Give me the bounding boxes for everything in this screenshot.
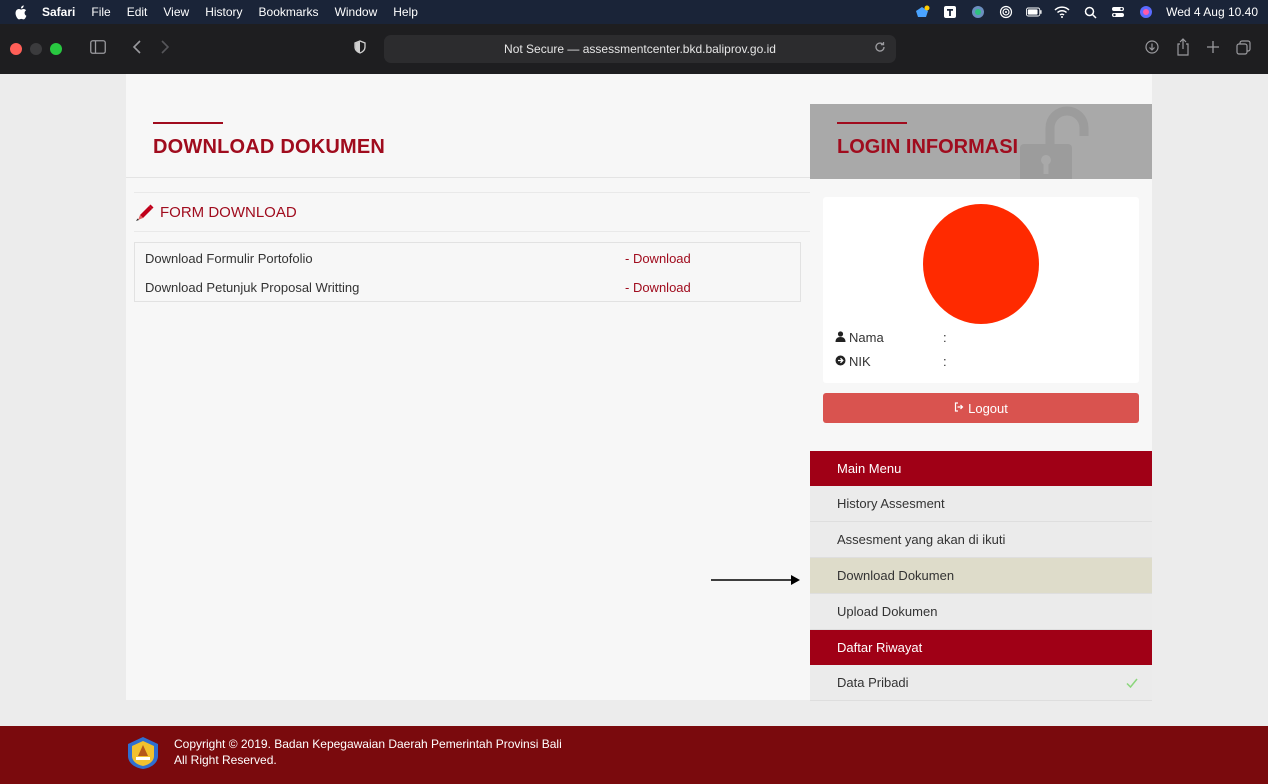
nama-row: Nama : bbox=[835, 330, 947, 345]
menubar-status-area: Wed 4 Aug 10.40 bbox=[914, 0, 1258, 24]
menu-history[interactable]: History bbox=[205, 5, 242, 19]
reload-icon[interactable] bbox=[874, 41, 886, 56]
macos-menu-bar: Safari File Edit View History Bookmarks … bbox=[0, 0, 1268, 24]
sidebar-toggle-icon[interactable] bbox=[90, 40, 106, 54]
login-info-title: LOGIN INFORMASI bbox=[837, 136, 1019, 158]
menu-view[interactable]: View bbox=[163, 5, 189, 19]
menu-bookmarks[interactable]: Bookmarks bbox=[259, 5, 319, 19]
tab-overview-icon[interactable] bbox=[1236, 40, 1251, 55]
sidebar-item-download-dokumen[interactable]: Download Dokumen bbox=[810, 558, 1152, 594]
nama-colon: : bbox=[943, 330, 947, 345]
window-controls bbox=[10, 43, 62, 55]
arrow-circle-icon bbox=[835, 354, 847, 369]
footer-line-1: Copyright © 2019. Badan Kepegawaian Daer… bbox=[174, 737, 562, 751]
notification-app-icon[interactable] bbox=[914, 4, 930, 20]
extension-icon[interactable] bbox=[970, 4, 986, 20]
download-item-label: Download Petunjuk Proposal Writting bbox=[145, 280, 360, 295]
apple-icon[interactable] bbox=[14, 4, 28, 20]
avatar bbox=[923, 204, 1039, 324]
zoom-window-button[interactable] bbox=[50, 43, 62, 55]
annotation-arrow-icon bbox=[711, 575, 800, 585]
back-icon[interactable] bbox=[132, 39, 142, 55]
browser-toolbar: Not Secure — assessmentcenter.bkd.balipr… bbox=[0, 24, 1268, 74]
menu-app-safari[interactable]: Safari bbox=[42, 5, 75, 19]
table-row: Download Formulir Portofolio - Download bbox=[135, 243, 800, 272]
check-icon bbox=[1126, 675, 1138, 691]
page-footer: Copyright © 2019. Badan Kepegawaian Daer… bbox=[0, 726, 1268, 784]
close-window-button[interactable] bbox=[10, 43, 22, 55]
menu-help[interactable]: Help bbox=[393, 5, 418, 19]
pencil-icon bbox=[134, 201, 156, 223]
footer-line-2: All Right Reserved. bbox=[174, 753, 277, 767]
web-page: DOWNLOAD DOKUMEN FORM DOWNLOAD Download … bbox=[0, 74, 1268, 726]
menu-file[interactable]: File bbox=[91, 5, 110, 19]
siri-icon[interactable] bbox=[1138, 4, 1154, 20]
t-app-icon[interactable] bbox=[942, 4, 958, 20]
downloads-icon[interactable] bbox=[1145, 40, 1159, 54]
control-center-icon[interactable] bbox=[1110, 4, 1126, 20]
battery-icon[interactable] bbox=[1026, 4, 1042, 20]
data-pribadi-label: Data Pribadi bbox=[837, 675, 909, 690]
logout-button[interactable]: Logout bbox=[823, 393, 1139, 423]
minimize-window-button[interactable] bbox=[30, 43, 42, 55]
unlocked-padlock-icon bbox=[1020, 106, 1089, 179]
share-icon[interactable] bbox=[1176, 38, 1190, 56]
sign-out-icon bbox=[954, 401, 964, 415]
sidebar-item-data-pribadi[interactable]: Data Pribadi bbox=[810, 665, 1152, 701]
sidebar-item-assesment-akan-diikuti[interactable]: Assesment yang akan di ikuti bbox=[810, 522, 1152, 558]
login-sidebar: LOGIN INFORMASI Nama : NIK : Logout Main… bbox=[810, 74, 1152, 701]
login-heading-accent-line bbox=[837, 122, 907, 124]
airdrop-icon[interactable] bbox=[998, 4, 1014, 20]
forward-icon[interactable] bbox=[160, 39, 170, 55]
login-info-header: LOGIN INFORMASI bbox=[810, 104, 1152, 179]
form-download-header: FORM DOWNLOAD bbox=[134, 192, 810, 232]
nik-label: NIK bbox=[849, 354, 871, 369]
user-icon bbox=[835, 330, 847, 345]
profile-card: Nama : NIK : bbox=[823, 197, 1139, 383]
menu-edit[interactable]: Edit bbox=[127, 5, 148, 19]
privacy-shield-icon[interactable] bbox=[354, 40, 366, 54]
sidebar-item-history-assesment[interactable]: History Assesment bbox=[810, 486, 1152, 522]
nama-label: Nama bbox=[849, 330, 884, 345]
menubar-clock[interactable]: Wed 4 Aug 10.40 bbox=[1166, 5, 1258, 19]
download-link[interactable]: - Download bbox=[625, 251, 691, 266]
form-download-title: FORM DOWNLOAD bbox=[160, 203, 297, 221]
address-bar-url: Not Secure — assessmentcenter.bkd.balipr… bbox=[504, 42, 776, 56]
footer-copyright: Copyright © 2019. Badan Kepegawaian Daer… bbox=[174, 736, 562, 768]
sidebar-menu: Main Menu History Assesment Assesment ya… bbox=[810, 451, 1152, 701]
logout-label: Logout bbox=[968, 400, 1008, 416]
address-bar[interactable]: Not Secure — assessmentcenter.bkd.balipr… bbox=[384, 35, 896, 63]
daftar-riwayat-header: Daftar Riwayat bbox=[810, 630, 1152, 665]
main-column: DOWNLOAD DOKUMEN FORM DOWNLOAD Download … bbox=[126, 74, 810, 700]
page-content: DOWNLOAD DOKUMEN FORM DOWNLOAD Download … bbox=[126, 74, 1152, 701]
heading-accent-line bbox=[153, 122, 223, 124]
download-link[interactable]: - Download bbox=[625, 280, 691, 295]
page-heading-section: DOWNLOAD DOKUMEN bbox=[126, 104, 810, 178]
menu-window[interactable]: Window bbox=[335, 5, 378, 19]
page-title: DOWNLOAD DOKUMEN bbox=[153, 136, 386, 158]
nik-row: NIK : bbox=[835, 354, 947, 369]
new-tab-icon[interactable] bbox=[1206, 40, 1220, 54]
nik-colon: : bbox=[943, 354, 947, 369]
spotlight-search-icon[interactable] bbox=[1082, 4, 1098, 20]
table-row: Download Petunjuk Proposal Writting - Do… bbox=[135, 272, 800, 301]
download-table: Download Formulir Portofolio - Download … bbox=[134, 242, 801, 302]
main-menu-header: Main Menu bbox=[810, 451, 1152, 486]
download-item-label: Download Formulir Portofolio bbox=[145, 251, 313, 266]
wifi-icon[interactable] bbox=[1054, 4, 1070, 20]
bali-province-logo bbox=[128, 737, 158, 769]
sidebar-item-upload-dokumen[interactable]: Upload Dokumen bbox=[810, 594, 1152, 630]
